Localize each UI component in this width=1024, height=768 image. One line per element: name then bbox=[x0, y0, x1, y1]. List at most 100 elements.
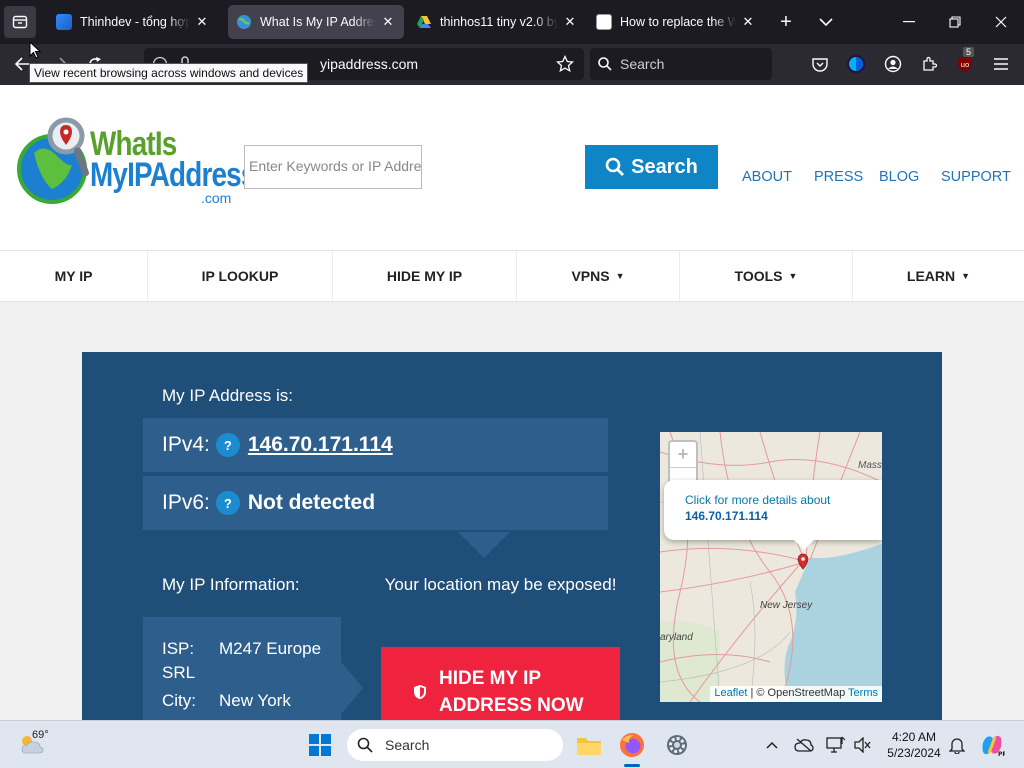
ipv4-value[interactable]: 146.70.171.114 bbox=[248, 433, 393, 457]
globe-magnifier-logo-icon bbox=[17, 117, 90, 204]
caret-down-icon: ▼ bbox=[615, 271, 625, 281]
ipv6-value: Not detected bbox=[247, 491, 376, 514]
tab-whatismyip[interactable]: What Is My IP Address - See ✕ bbox=[228, 5, 404, 39]
caret-down-icon: ▼ bbox=[788, 271, 798, 281]
minimize-window-icon[interactable] bbox=[894, 7, 924, 37]
ipv4-label: IPv4: bbox=[162, 433, 210, 456]
shield-icon bbox=[414, 685, 426, 699]
site-search-button[interactable]: Search bbox=[585, 145, 718, 189]
copilot-button[interactable]: PRE bbox=[978, 731, 1006, 759]
logo-text: WhatIs MyIPAddress bbox=[90, 125, 256, 194]
onedrive-tray-icon[interactable] bbox=[790, 731, 818, 759]
site-search-input[interactable]: Enter Keywords or IP Address bbox=[244, 145, 422, 189]
firefox-taskbar-button[interactable] bbox=[618, 731, 646, 759]
drive-favicon-icon bbox=[417, 16, 431, 28]
popup-tip bbox=[794, 540, 814, 550]
map-label-mass: Mass bbox=[858, 460, 882, 471]
windows-logo-icon bbox=[309, 734, 331, 756]
close-tab-icon[interactable]: ✕ bbox=[562, 14, 578, 30]
tab-thinhdev[interactable]: Thinhdev - tổng hợp các ✕ bbox=[48, 5, 218, 39]
nav-learn[interactable]: LEARN ▼ bbox=[853, 251, 1024, 301]
svg-text:uo: uo bbox=[961, 61, 970, 69]
system-clock[interactable]: 4:20 AM 5/23/2024 bbox=[884, 729, 944, 761]
network-tray-icon[interactable] bbox=[822, 731, 850, 759]
firefox-icon bbox=[620, 733, 644, 757]
nav-tools[interactable]: TOOLS ▼ bbox=[680, 251, 853, 301]
zoom-in-button[interactable]: + bbox=[670, 442, 696, 468]
nav-hide-my-ip[interactable]: HIDE MY IP bbox=[333, 251, 517, 301]
gear-icon bbox=[667, 735, 687, 755]
svg-text:PRE: PRE bbox=[998, 751, 1005, 758]
ublock-origin-icon[interactable]: uo 5 bbox=[950, 47, 980, 79]
bookmark-star-icon[interactable] bbox=[556, 55, 574, 73]
info-heading: My IP Information: bbox=[162, 575, 300, 594]
help-icon[interactable]: ? bbox=[215, 491, 240, 515]
tab-bar: Thinhdev - tổng hợp các ✕ What Is My IP … bbox=[0, 0, 1024, 44]
show-hidden-icons[interactable] bbox=[758, 731, 786, 759]
start-button[interactable] bbox=[306, 731, 334, 759]
tab-thinhos[interactable]: thinhos11 tiny v2.0 by th ✕ bbox=[408, 5, 586, 39]
tab-title: thinhos11 tiny v2.0 by th bbox=[440, 15, 558, 29]
browser-search-bar[interactable]: Search bbox=[590, 48, 772, 80]
copilot-icon: PRE bbox=[982, 735, 1005, 758]
search-icon bbox=[598, 57, 612, 71]
clock-date: 5/23/2024 bbox=[887, 746, 941, 760]
close-tab-icon[interactable]: ✕ bbox=[380, 14, 396, 30]
ip-info-box: ISP: M247 Europe SRL City: New York bbox=[143, 617, 341, 720]
link-support[interactable]: SUPPORT bbox=[941, 169, 1011, 185]
firefox-view-button[interactable] bbox=[4, 6, 36, 38]
site-logo[interactable]: WhatIs MyIPAddress .com bbox=[16, 103, 256, 243]
nav-my-ip[interactable]: MY IP bbox=[0, 251, 148, 301]
list-all-tabs-icon[interactable] bbox=[811, 7, 841, 37]
link-about[interactable]: ABOUT bbox=[742, 169, 792, 185]
extensions-icon[interactable] bbox=[914, 49, 944, 79]
pocket-icon[interactable] bbox=[805, 49, 835, 79]
close-tab-icon[interactable]: ✕ bbox=[740, 14, 756, 30]
popup-text: Click for more details about bbox=[685, 493, 831, 507]
firefox-view-icon bbox=[12, 15, 28, 29]
map-popup[interactable]: Click for more details about 146.70.171.… bbox=[664, 480, 882, 540]
map-label-new-jersey: New Jersey bbox=[760, 600, 813, 611]
exposed-warning: Your location may be exposed! bbox=[384, 575, 617, 594]
nav-ip-lookup[interactable]: IP LOOKUP bbox=[148, 251, 333, 301]
ipv4-row: IPv4: ? 146.70.171.114 bbox=[143, 418, 608, 472]
mouse-cursor-icon bbox=[29, 41, 41, 59]
hide-my-ip-button[interactable]: HIDE MY IP ADDRESS NOW bbox=[381, 647, 620, 720]
speech-pointer bbox=[458, 532, 510, 558]
leaflet-link[interactable]: Leaflet bbox=[714, 687, 747, 699]
firefox-view-tooltip: View recent browsing across windows and … bbox=[29, 63, 309, 83]
windows-taskbar: 69° Search 4:20 AM 5/23/2024 PRE bbox=[0, 720, 1024, 768]
notifications-button[interactable] bbox=[943, 731, 971, 759]
map-attribution: Leaflet | © OpenStreetMap Terms bbox=[710, 686, 882, 702]
folder-icon bbox=[577, 738, 601, 755]
app-menu-icon[interactable] bbox=[986, 49, 1016, 79]
site-header: WhatIs MyIPAddress .com Enter Keywords o… bbox=[0, 85, 1024, 250]
link-blog[interactable]: BLOG bbox=[879, 169, 919, 185]
location-map[interactable]: Mass New Jersey aryland + − Click for mo… bbox=[660, 432, 882, 702]
volume-tray-icon[interactable] bbox=[849, 731, 877, 759]
nav-vpns[interactable]: VPNS ▼ bbox=[517, 251, 680, 301]
popup-ip: 146.70.171.114 bbox=[685, 509, 768, 523]
info-arrow bbox=[341, 662, 363, 714]
restore-window-icon[interactable] bbox=[940, 7, 970, 37]
bell-icon bbox=[949, 738, 965, 754]
close-window-icon[interactable] bbox=[986, 7, 1016, 37]
settings-taskbar-button[interactable] bbox=[663, 731, 691, 759]
new-tab-icon[interactable]: + bbox=[771, 7, 801, 37]
terms-link[interactable]: Terms bbox=[848, 687, 878, 699]
city-value: New York bbox=[219, 691, 291, 710]
help-icon[interactable]: ? bbox=[215, 433, 240, 457]
firefox-running-indicator bbox=[624, 764, 640, 767]
link-press[interactable]: PRESS bbox=[814, 169, 863, 185]
file-explorer-button[interactable] bbox=[575, 731, 603, 759]
firefox-account-icon[interactable] bbox=[841, 49, 871, 79]
taskbar-search[interactable]: Search bbox=[347, 729, 563, 761]
close-tab-icon[interactable]: ✕ bbox=[194, 14, 210, 30]
account-icon[interactable] bbox=[878, 49, 908, 79]
cloud-offline-icon bbox=[794, 738, 814, 752]
web-page: WhatIs MyIPAddress .com Enter Keywords o… bbox=[0, 85, 1024, 720]
tab-howto[interactable]: How to replace the Win ✕ bbox=[588, 5, 764, 39]
site-favicon-icon bbox=[596, 14, 612, 30]
osm-credit: | © OpenStreetMap bbox=[750, 687, 846, 699]
isp-row: ISP: M247 Europe SRL bbox=[162, 637, 341, 685]
